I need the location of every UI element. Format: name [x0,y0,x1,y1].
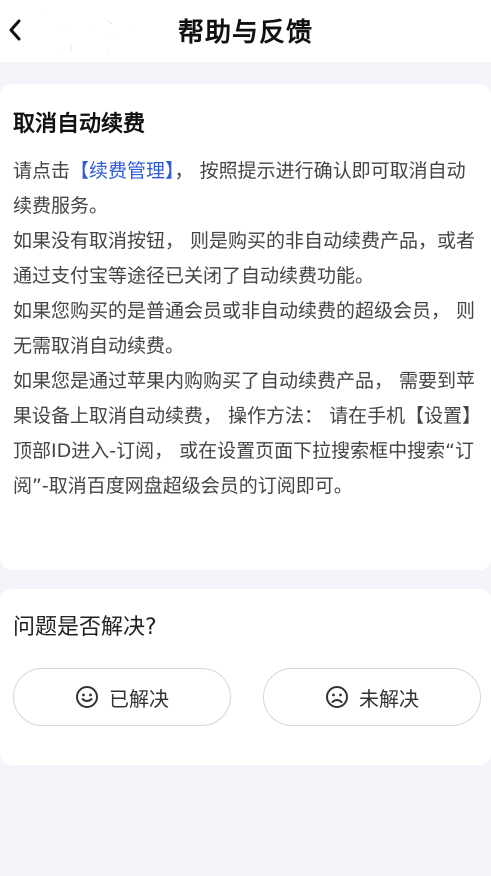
frown-icon [325,685,349,709]
unresolved-button[interactable]: 未解决 [263,668,481,726]
p1-before: 请点击 [13,160,71,182]
unresolved-label: 未解决 [359,686,419,711]
page-title: 帮助与反馈 [177,18,313,48]
resolved-label: 已解决 [109,686,169,711]
header-bar: 游吧乐下载 小编亲测 帮助与反馈 [0,0,491,62]
resolved-button[interactable]: 已解决 [13,668,231,726]
article-content: 请点击【续费管理】， 按照提示进行确认即可取消自动续费服务。 如果没有取消按钮，… [13,154,481,504]
article-paragraph-2: 如果没有取消按钮， 则是购买的非自动续费产品，或者通过支付宝等途径已关闭了自动续… [13,230,476,287]
article-paragraph-1: 请点击【续费管理】， 按照提示进行确认即可取消自动续费服务。 [13,154,481,224]
help-article-card: 取消自动续费 请点击【续费管理】， 按照提示进行确认即可取消自动续费服务。 如果… [0,84,491,570]
article-title: 取消自动续费 [13,112,146,137]
feedback-card: 问题是否解决? 已解决 未解决 [0,589,491,765]
renewal-management-link[interactable]: 【续费管理】 [70,160,175,182]
article-paragraph-3: 如果您购买的是普通会员或非自动续费的超级会员， 则无需取消自动续费。 [13,300,476,357]
article-paragraph-4: 如果您是通过苹果内购购买了自动续费产品， 需要到苹果设备上取消自动续费， 操作方… [13,370,476,497]
feedback-question: 问题是否解决? [13,615,157,640]
smile-icon [75,685,99,709]
